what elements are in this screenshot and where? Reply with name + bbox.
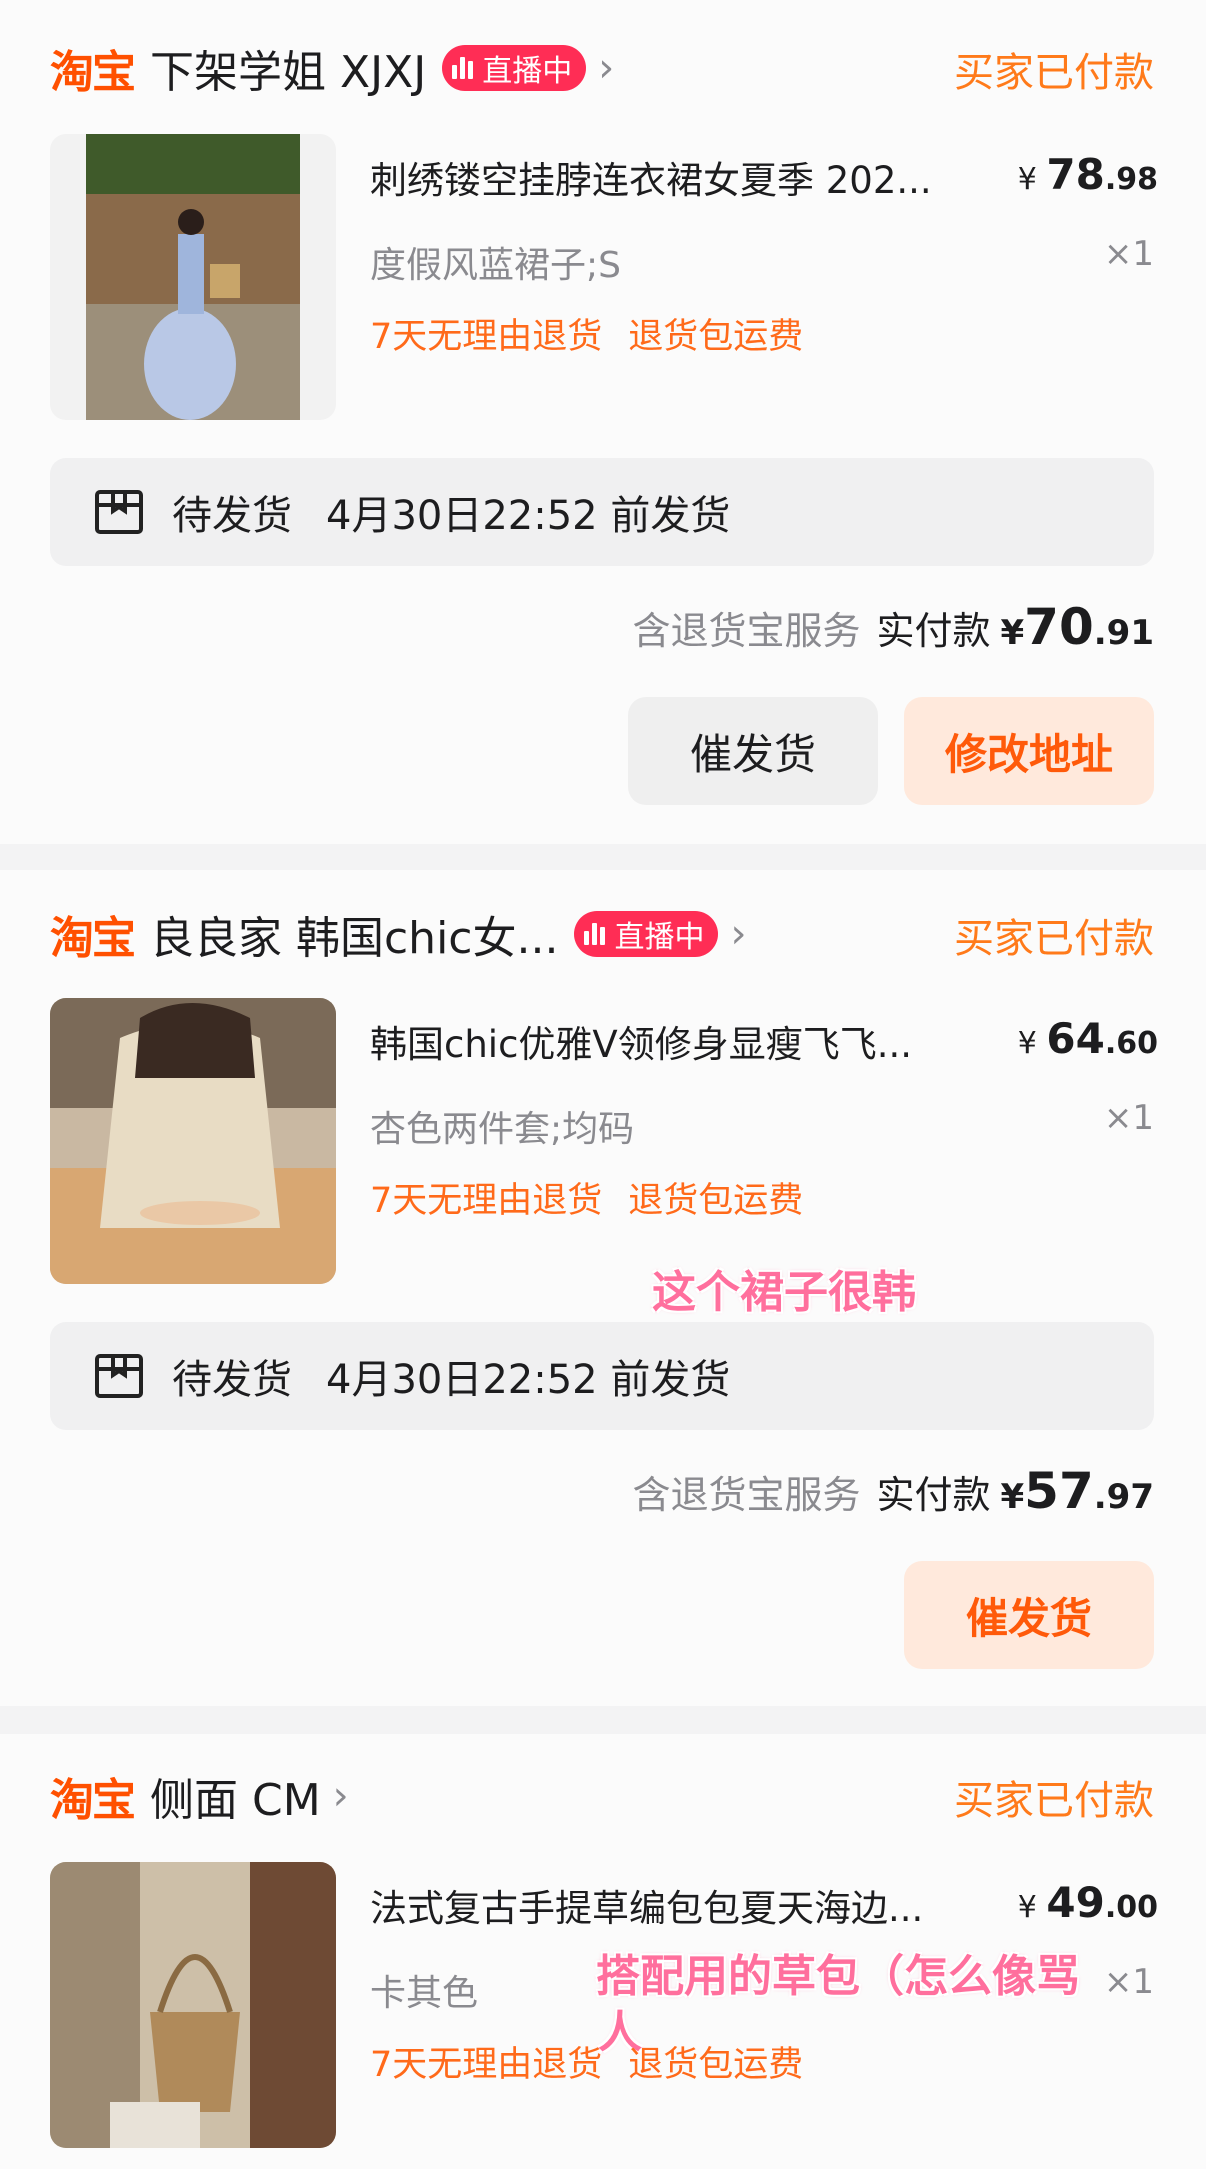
product-thumbnail[interactable] [50, 134, 336, 420]
live-badge[interactable]: 直播中 [574, 911, 719, 957]
service-tags: 7天无理由退货 退货包运费 [370, 2036, 803, 2087]
service-tags: 7天无理由退货 退货包运费 [370, 308, 803, 359]
payment-summary: 含退货宝服务 实付款 ¥70.91 [632, 598, 1154, 656]
tag-no-reason-return: 7天无理由退货 [370, 317, 603, 357]
product-title[interactable]: 刺绣镂空挂脖连衣裙女夏季 202... [370, 150, 932, 204]
product-title[interactable]: 法式复古手提草编包包夏天海边... [370, 1878, 923, 1932]
urge-shipping-button[interactable]: 催发货 [904, 1561, 1154, 1669]
product-title[interactable]: 韩国chic优雅V领修身显瘦飞飞... [370, 1014, 912, 1068]
product-price: ¥ 64.60 [1017, 1014, 1158, 1063]
change-address-button[interactable]: 修改地址 [904, 697, 1154, 805]
paid-label: 实付款 [876, 609, 991, 653]
shop-name[interactable]: 侧面 CM [150, 1764, 321, 1828]
shipping-deadline: 4月30日22:52 前发货 [326, 493, 731, 539]
payment-summary: 含退货宝服务 实付款 ¥57.97 [632, 1462, 1154, 1520]
paid-amount: 70 [1024, 598, 1094, 656]
package-icon [95, 1354, 143, 1398]
tag-return-shipping: 退货包运费 [628, 2045, 804, 2085]
taobao-logo: 淘宝 [50, 47, 136, 98]
live-bars-icon [584, 923, 608, 945]
tag-no-reason-return: 7天无理由退货 [370, 2045, 603, 2085]
live-badge[interactable]: 直播中 [442, 45, 587, 91]
product-thumbnail[interactable] [50, 1862, 336, 2148]
package-icon [95, 490, 143, 534]
chevron-right-icon[interactable]: › [598, 45, 614, 91]
taobao-logo: 淘宝 [50, 913, 136, 964]
live-label: 直播中 [614, 920, 705, 955]
handwritten-annotation: 搭配用的草包（怎么像骂 [596, 1951, 1080, 2002]
order-status: 买家已付款 [954, 1778, 1154, 1824]
tag-return-shipping: 退货包运费 [628, 1181, 804, 1221]
shipping-status-box[interactable]: 待发货 4月30日22:52 前发货 [50, 1322, 1154, 1430]
shop-name[interactable]: 良良家 韩国chic女... [150, 902, 558, 966]
shop-header[interactable]: 淘宝 侧面 CM › [50, 1766, 349, 1826]
return-insurance-note: 含退货宝服务 [632, 609, 861, 653]
order-card[interactable]: 淘宝 侧面 CM › 买家已付款 法式复古手提草编包包夏天海边... ¥ 49.… [0, 1734, 1206, 2169]
order-status: 买家已付款 [954, 916, 1154, 962]
chevron-right-icon[interactable]: › [333, 1773, 349, 1819]
shop-name[interactable]: 下架学姐 XJXJ [150, 36, 426, 100]
order-card[interactable]: 淘宝 良良家 韩国chic女... 直播中 › 买家已付款 韩国chic优雅V领… [0, 870, 1206, 1706]
product-qty: ×1 [1103, 1098, 1154, 1138]
shipping-deadline: 4月30日22:52 前发货 [326, 1357, 731, 1403]
shop-header[interactable]: 淘宝 下架学姐 XJXJ 直播中 › [50, 38, 614, 98]
paid-label: 实付款 [876, 1473, 991, 1517]
taobao-logo: 淘宝 [50, 1775, 136, 1826]
product-sku: 度假风蓝裙子;S [370, 245, 621, 286]
product-price: ¥ 49.00 [1017, 1878, 1158, 1927]
product-sku: 卡其色 [370, 1973, 479, 2014]
shipping-status: 待发货 [172, 493, 292, 539]
chevron-right-icon[interactable]: › [730, 911, 746, 957]
order-card[interactable]: 淘宝 下架学姐 XJXJ 直播中 › 买家已付款 刺绣镂空挂脖连衣裙女夏季 20… [0, 0, 1206, 844]
product-thumbnail[interactable] [50, 998, 336, 1284]
tag-return-shipping: 退货包运费 [628, 317, 804, 357]
handwritten-annotation: 这个裙子很韩 [652, 1267, 916, 1318]
order-status: 买家已付款 [954, 50, 1154, 96]
tag-no-reason-return: 7天无理由退货 [370, 1181, 603, 1221]
shipping-status: 待发货 [172, 1357, 292, 1403]
live-bars-icon [452, 57, 476, 79]
return-insurance-note: 含退货宝服务 [632, 1473, 861, 1517]
product-sku: 杏色两件套;均码 [370, 1109, 635, 1150]
product-qty: ×1 [1103, 234, 1154, 274]
product-price: ¥ 78.98 [1017, 150, 1158, 199]
service-tags: 7天无理由退货 退货包运费 [370, 1172, 803, 1223]
live-label: 直播中 [482, 54, 573, 89]
product-qty: ×1 [1103, 1962, 1154, 2002]
shop-header[interactable]: 淘宝 良良家 韩国chic女... 直播中 › [50, 904, 746, 964]
urge-shipping-button[interactable]: 催发货 [628, 697, 878, 805]
shipping-status-box[interactable]: 待发货 4月30日22:52 前发货 [50, 458, 1154, 566]
paid-amount: 57 [1024, 1462, 1094, 1520]
